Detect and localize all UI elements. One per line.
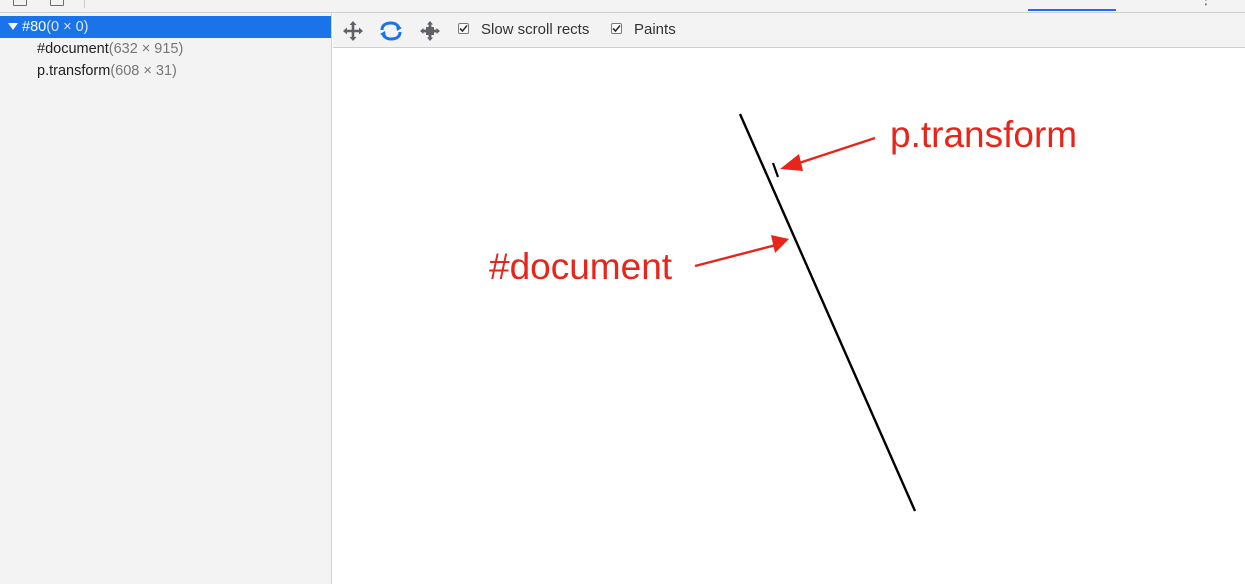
tree-item-document[interactable]: #document(632 × 915) bbox=[0, 38, 331, 60]
tree-item-p-transform[interactable]: p.transform(608 × 31) bbox=[0, 60, 331, 82]
tree-item-root[interactable]: #80(0 × 0) bbox=[0, 16, 331, 38]
p-transform-annotation: p.transform bbox=[890, 114, 1078, 155]
tree-item-dims: (0 × 0) bbox=[46, 19, 89, 35]
pan-mode-button[interactable] bbox=[341, 19, 365, 43]
tree-item-name: p.transform bbox=[37, 63, 111, 79]
document-arrow-head bbox=[771, 235, 789, 253]
document-annotation: #document bbox=[489, 246, 673, 287]
device-toggle-icon[interactable] bbox=[50, 0, 64, 6]
checkmark-icon bbox=[612, 24, 621, 33]
p-transform-arrow-shaft bbox=[792, 136, 876, 167]
layer-tree-panel: #80(0 × 0) #document(632 × 915) p.transf… bbox=[0, 13, 332, 584]
document-layer-edge[interactable] bbox=[738, 113, 917, 512]
reset-transform-button[interactable] bbox=[418, 19, 442, 43]
p-transform-arrow-head bbox=[780, 154, 803, 171]
rotate-mode-button[interactable] bbox=[379, 19, 403, 43]
tree-item-dims: (632 × 915) bbox=[108, 41, 184, 57]
p-transform-layer-edge[interactable] bbox=[771, 162, 780, 178]
layers-toolbar: Slow scroll rects Paints bbox=[333, 13, 1245, 48]
paints-label[interactable]: Paints bbox=[634, 21, 676, 39]
expand-triangle-icon[interactable] bbox=[8, 23, 18, 30]
tree-item-name: #document bbox=[37, 41, 109, 57]
checkmark-icon bbox=[459, 24, 468, 33]
more-tabs-icon[interactable]: ⋮ bbox=[1199, 0, 1213, 8]
document-arrow-shaft bbox=[694, 243, 777, 268]
tab-bar: ⋮ bbox=[0, 0, 1245, 13]
pan-mode-icon bbox=[343, 21, 363, 41]
divider bbox=[84, 0, 85, 8]
paints-checkbox[interactable] bbox=[611, 23, 622, 34]
active-tab-indicator bbox=[1028, 9, 1116, 11]
slow-scroll-rects-checkbox[interactable] bbox=[458, 23, 469, 34]
reset-transform-icon bbox=[420, 21, 440, 41]
slow-scroll-rects-label[interactable]: Slow scroll rects bbox=[481, 21, 589, 39]
layers-drawing bbox=[694, 113, 917, 512]
tree-item-dims: (608 × 31) bbox=[110, 63, 177, 79]
tree-item-name: #80 bbox=[22, 19, 47, 35]
inspect-icon[interactable] bbox=[13, 0, 27, 6]
rotate-mode-icon bbox=[380, 21, 402, 41]
layers-3d-canvas[interactable]: p.transform #document bbox=[333, 48, 1245, 584]
